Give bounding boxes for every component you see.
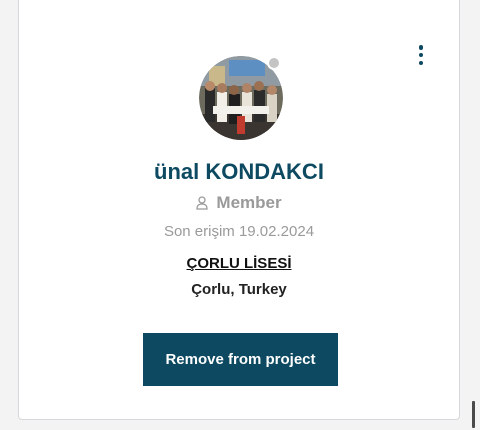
status-indicator <box>267 56 281 70</box>
school-name: ÇORLU LİSESİ <box>19 255 459 273</box>
scrollbar-thumb[interactable] <box>472 401 475 428</box>
kebab-dot <box>418 60 424 65</box>
user-icon <box>196 196 209 210</box>
member-name[interactable]: ünal KONDAKCI <box>19 159 459 185</box>
kebab-menu-icon[interactable] <box>417 45 425 65</box>
last-access-text: Son erişim 19.02.2024 <box>163 223 315 240</box>
member-card: ünal KONDAKCI Member Son erişim 19.02.20… <box>18 0 460 420</box>
role-label: Member <box>216 193 282 212</box>
member-location: Çorlu, Turkey <box>191 281 287 298</box>
remove-from-project-button[interactable]: Remove from project <box>143 333 338 386</box>
avatar-container <box>199 56 283 140</box>
member-role: Member <box>19 193 459 213</box>
kebab-dot <box>418 45 424 50</box>
school-link[interactable]: ÇORLU LİSESİ <box>186 255 291 272</box>
kebab-dot <box>418 52 424 58</box>
